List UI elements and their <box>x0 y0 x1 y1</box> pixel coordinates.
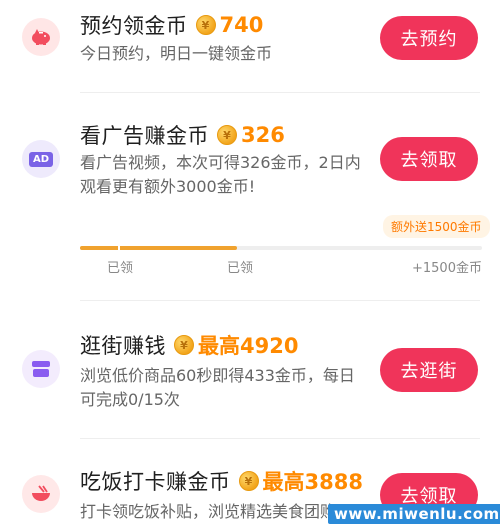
divider <box>80 92 480 93</box>
reserve-button[interactable]: 去预约 <box>380 16 478 60</box>
progress-bar <box>80 246 482 250</box>
claim-ad-button[interactable]: 去领取 <box>380 137 478 181</box>
task-description: 打卡领吃饭补贴，浏览精选美食团购 <box>80 502 337 521</box>
go-shopping-button[interactable]: 去逛街 <box>380 348 478 392</box>
task-title: 预约领金币 <box>80 14 188 38</box>
task-title-row: 看广告赚金币 ¥ 326 <box>80 120 285 150</box>
task-title: 吃饭打卡赚金币 <box>80 470 231 494</box>
progress-label: 已领 <box>227 261 254 276</box>
coin-icon: ¥ <box>195 15 216 35</box>
progress-label: +1500金币 <box>412 261 482 276</box>
shop-icon <box>32 361 50 377</box>
progress-label: 已领 <box>107 261 134 276</box>
task-description: 今日预约，明日一键领金币 <box>80 44 273 63</box>
progress-tick <box>118 246 120 250</box>
task-description: 浏览低价商品60秒即得433金币，每日可完成0/15次 <box>80 366 355 409</box>
task-amount: 740 <box>219 13 264 37</box>
task-icon-wrapper <box>22 18 60 56</box>
coin-icon: ¥ <box>174 335 194 355</box>
task-amount: 最高3888 <box>262 470 363 494</box>
divider <box>80 438 480 439</box>
task-description: 看广告视频，本次可得326金币，2日内观看更有额外3000金币! <box>80 153 361 196</box>
task-icon-wrapper <box>22 475 60 513</box>
coin-icon: ¥ <box>217 125 237 145</box>
bonus-bubble: 额外送1500金币 <box>383 215 490 238</box>
task-title-row: 逛街赚钱 ¥ 最高4920 <box>80 330 298 360</box>
progress-fill <box>80 246 237 250</box>
piggy-bank-icon <box>32 29 50 45</box>
ad-icon: AD <box>28 151 54 167</box>
task-title-row: 吃饭打卡赚金币 ¥ 最高3888 <box>80 466 363 496</box>
task-icon-wrapper <box>22 350 60 388</box>
coin-icon: ¥ <box>238 471 259 491</box>
task-amount: 326 <box>241 123 285 147</box>
task-title: 逛街赚钱 <box>80 334 166 358</box>
divider <box>80 300 480 301</box>
site-watermark: www.miwenlu.com <box>328 504 500 524</box>
bowl-icon <box>32 485 50 501</box>
task-title-row: 预约领金币 ¥ 740 <box>80 10 263 40</box>
task-amount: 最高4920 <box>198 334 299 358</box>
task-title: 看广告赚金币 <box>80 124 209 148</box>
task-icon-wrapper: AD <box>22 140 60 178</box>
